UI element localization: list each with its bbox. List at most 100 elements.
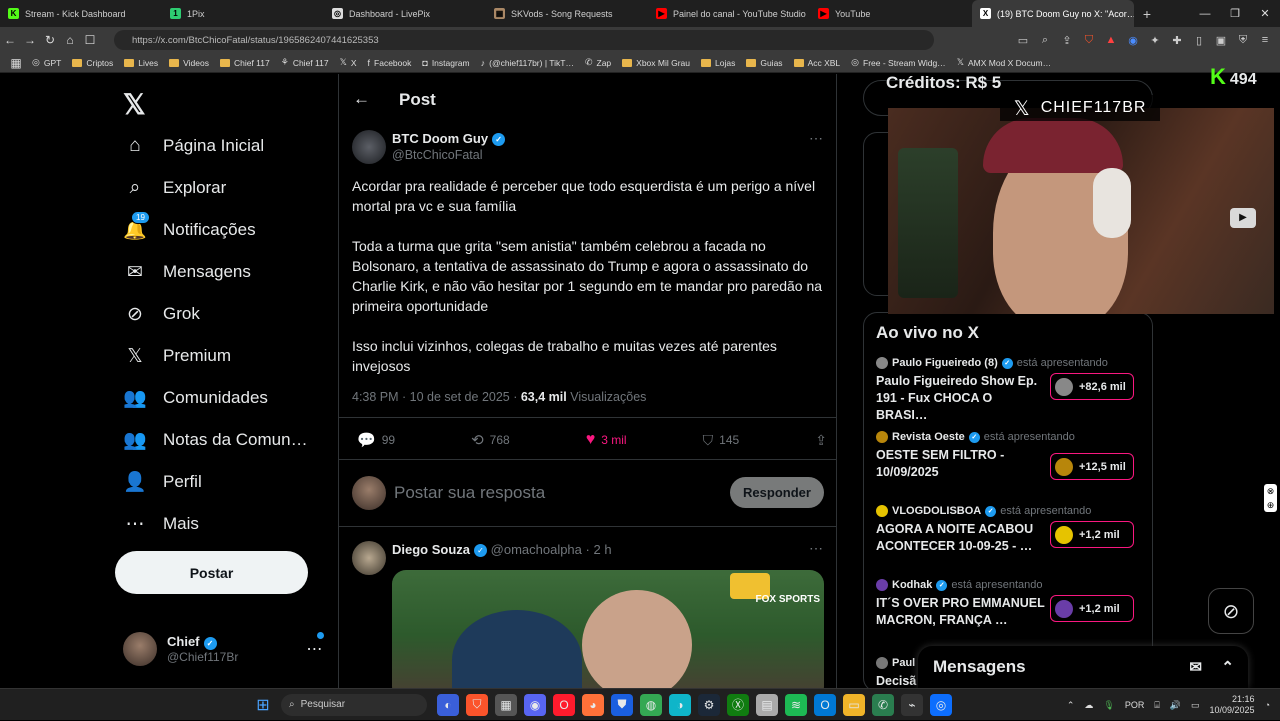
bookmark-item[interactable]: Videos: [169, 57, 209, 68]
network-icon[interactable]: ⌸: [1154, 700, 1159, 711]
browser-tab[interactable]: X(19) BTC Doom Guy no X: "Acor…✕: [972, 0, 1134, 27]
steam-icon[interactable]: ⚙: [698, 693, 720, 716]
cloud-icon[interactable]: ☁: [1084, 700, 1093, 711]
new-message-icon[interactable]: ✉: [1189, 658, 1202, 676]
reply-input[interactable]: Postar sua resposta: [394, 483, 545, 503]
vpn-icon[interactable]: ⛨: [1236, 33, 1250, 47]
live-item[interactable]: Paulo Figueiredo (8) ✓ está apresentando Pa…: [876, 357, 1146, 424]
x-logo-icon[interactable]: 𝕏: [123, 88, 146, 121]
profile-icon[interactable]: ◉: [1126, 33, 1140, 47]
reply-avatar[interactable]: [352, 541, 386, 575]
bookmark-item[interactable]: Xbox Mil Grau: [622, 57, 690, 68]
reply-more-icon[interactable]: ⋯: [809, 540, 823, 557]
more-icon[interactable]: ⋯: [306, 639, 322, 659]
whatsapp-icon[interactable]: ✆: [872, 693, 894, 716]
sidebar-item[interactable]: 👥 Comunidades: [123, 386, 268, 410]
language-indicator[interactable]: POR: [1125, 700, 1145, 710]
back-icon[interactable]: ←: [0, 33, 20, 47]
clock[interactable]: 21:16 10/09/2025: [1210, 694, 1255, 716]
app2-icon[interactable]: ⌁: [901, 693, 923, 716]
bookmark-item[interactable]: Lives: [124, 57, 158, 68]
back-arrow-icon[interactable]: ←: [353, 89, 370, 109]
sidebar-icon[interactable]: ▯: [1192, 33, 1206, 47]
discord-icon[interactable]: ◉: [524, 693, 546, 716]
bookmark-icon[interactable]: ☐: [80, 33, 100, 47]
reload-icon[interactable]: ↻: [40, 33, 60, 47]
live-item[interactable]: VLOGDOLISBOA ✓ está apresentando AGORA A NO…: [876, 505, 1146, 555]
share-icon[interactable]: ⇪: [1060, 33, 1074, 47]
bookmark-item[interactable]: Criptos: [72, 57, 113, 68]
maximize-icon[interactable]: ❐: [1220, 0, 1250, 27]
bookmark-item[interactable]: ◎ GPT: [32, 57, 61, 68]
repost-action[interactable]: ⟲ 768: [471, 431, 510, 449]
chevron-up-icon[interactable]: ⌃: [1067, 700, 1075, 711]
bookmark-item[interactable]: Guias: [746, 57, 783, 68]
battery-icon[interactable]: ▭: [1191, 700, 1200, 711]
bookmark-item[interactable]: Acc XBL: [793, 57, 840, 68]
sidebar-item[interactable]: ⌂ Página Inicial: [123, 134, 264, 158]
reply-author-name[interactable]: Diego Souza: [392, 542, 470, 557]
wallet-icon[interactable]: ▣: [1214, 33, 1228, 47]
browser-tab[interactable]: ◎ Dashboard - LivePix: [324, 0, 486, 27]
windows-start-icon[interactable]: ⊞: [252, 694, 274, 716]
browser-tab[interactable]: ▦ SKVods - Song Requests: [486, 0, 648, 27]
close-window-icon[interactable]: ✕: [1250, 0, 1280, 27]
brave-icon[interactable]: ⛉: [466, 693, 488, 716]
reply-button[interactable]: Responder: [730, 477, 824, 508]
account-switcher[interactable]: Chief ✓ @Chief117Br ⋯: [123, 632, 324, 666]
menu-icon[interactable]: ≡: [1258, 33, 1272, 47]
sidebar-item[interactable]: ⊘ Grok: [123, 302, 200, 326]
mic-icon[interactable]: 🎙: [1103, 700, 1114, 711]
messages-drawer[interactable]: Mensagens ✉ ⌃: [918, 646, 1248, 688]
bookmark-item[interactable]: ♪ (@chief117br) | TikT…: [481, 57, 574, 68]
opera-icon[interactable]: O: [553, 693, 575, 716]
reply-action[interactable]: 💬 99: [357, 431, 395, 449]
author-name-row[interactable]: BTC Doom Guy ✓: [392, 131, 506, 147]
post-more-icon[interactable]: ⋯: [809, 130, 823, 147]
url-field[interactable]: https://x.com/BtcChicoFatal/status/19658…: [114, 30, 934, 50]
minimize-icon[interactable]: —: [1190, 0, 1220, 27]
sidebar-item[interactable]: 👥 Notas da Comun…: [123, 428, 307, 452]
rewards-icon[interactable]: ▲: [1104, 33, 1118, 47]
bookmark-item[interactable]: Lojas: [701, 57, 735, 68]
forward-icon[interactable]: →: [20, 33, 40, 47]
bookmark-item[interactable]: ◎ Free - Stream Widg…: [851, 57, 946, 68]
sidebar-item[interactable]: ⋯ Mais: [123, 512, 199, 536]
post-button[interactable]: Postar: [115, 551, 308, 594]
bookmark-item[interactable]: Chief 117: [219, 57, 270, 68]
home-icon[interactable]: ⌂: [60, 33, 80, 47]
chrome-icon[interactable]: ◍: [640, 693, 662, 716]
browser-tab[interactable]: K Stream - Kick Dashboard: [0, 0, 162, 27]
outlook-icon[interactable]: O: [814, 693, 836, 716]
sidebar-item[interactable]: ⌕ Explorar: [123, 176, 227, 200]
expand-icon[interactable]: ⌃: [1221, 658, 1234, 676]
zoom-icon[interactable]: ⌕: [1038, 33, 1052, 47]
sidebar-item[interactable]: 👤 Perfil: [123, 470, 202, 494]
browser-tab[interactable]: ▶ YouTube: [810, 0, 972, 27]
taskbar-search[interactable]: ⌕ Pesquisar: [281, 693, 427, 716]
author-avatar[interactable]: [352, 130, 386, 164]
shield-app-icon[interactable]: ⛊: [611, 693, 633, 716]
live-item[interactable]: Kodhak ✓ está apresentando IT´S OVER PRO EM…: [876, 579, 1146, 629]
bookmark-item[interactable]: 𝕏X: [340, 57, 357, 68]
browser-tab[interactable]: 1 1Pix: [162, 0, 324, 27]
app-icon[interactable]: ▦: [495, 693, 517, 716]
calculator-icon[interactable]: ▤: [756, 693, 778, 716]
apps-icon[interactable]: ▦: [6, 56, 26, 70]
bookmark-action[interactable]: ⛉ 145: [703, 431, 740, 449]
sidebar-item[interactable]: ✉ Mensagens: [123, 260, 251, 284]
share-action[interactable]: ⇪: [815, 431, 827, 449]
bookmark-item[interactable]: ✆ Zap: [585, 57, 611, 68]
notifications-icon[interactable]: ◔: [1265, 700, 1270, 710]
brave-shield-icon[interactable]: ⛉: [1082, 33, 1096, 47]
spotify-icon[interactable]: ≋: [785, 693, 807, 716]
firefox-icon[interactable]: ◕: [582, 693, 604, 716]
copilot-icon[interactable]: ◐: [437, 693, 459, 716]
reply-author-handle[interactable]: @omachoalpha: [491, 542, 582, 557]
puzzle-icon[interactable]: ✚: [1170, 33, 1184, 47]
bookmark-item[interactable]: f Facebook: [368, 57, 412, 68]
author-handle[interactable]: @BtcChicoFatal: [392, 148, 483, 162]
xbox-icon[interactable]: Ⓧ: [727, 693, 749, 716]
grok-icon[interactable]: ⊘: [1208, 588, 1254, 634]
app3-icon[interactable]: ◎: [930, 693, 952, 716]
